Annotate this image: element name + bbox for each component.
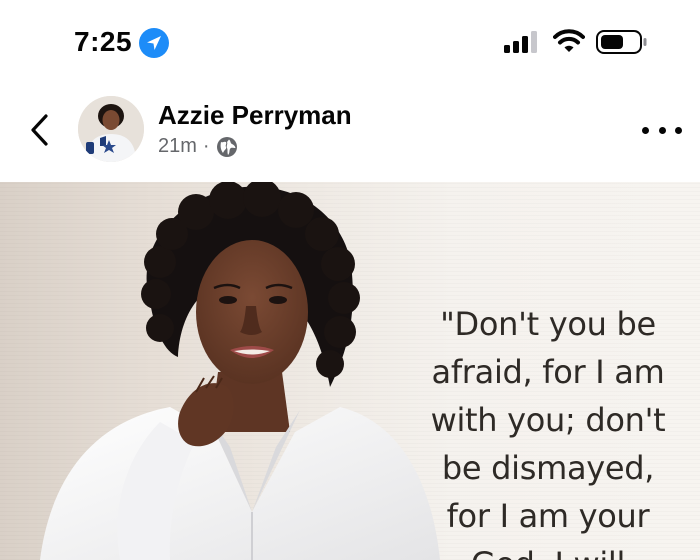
- quote-line: with you; don't: [430, 401, 666, 439]
- post-image[interactable]: "Don't you be afraid, for I am with you;…: [0, 182, 700, 560]
- quote-line: God. I will: [398, 540, 698, 560]
- wifi-icon: [553, 28, 585, 54]
- quote-text: "Don't you be afraid, for I am with you;…: [398, 300, 698, 560]
- quote-line: for I am your: [446, 497, 650, 535]
- more-dot: [658, 126, 666, 134]
- post-header: Azzie Perryman 21m ·: [0, 80, 700, 180]
- post-meta: 21m ·: [158, 135, 238, 158]
- status-bar: 7:25: [0, 0, 700, 80]
- avatar[interactable]: [78, 96, 144, 162]
- more-options-button[interactable]: [642, 118, 682, 142]
- woman-portrait-illustration: [40, 182, 440, 560]
- cellular-signal-icon: [504, 31, 544, 53]
- quote-line: be dismayed,: [441, 449, 655, 487]
- quote-line: afraid, for I am: [431, 353, 665, 391]
- status-time: 7:25: [74, 26, 133, 57]
- post-time[interactable]: 21m: [158, 135, 197, 158]
- more-dots-icon: [642, 126, 649, 134]
- quote-line: "Don't you be: [440, 305, 656, 343]
- more-dot: [675, 126, 682, 134]
- chevron-left-icon: [31, 114, 48, 146]
- back-button[interactable]: [22, 110, 56, 150]
- battery-icon: [596, 30, 648, 54]
- globe-icon: [216, 136, 238, 158]
- location-arrow-icon: [139, 28, 169, 58]
- author-name[interactable]: Azzie Perryman: [158, 100, 352, 131]
- meta-separator: ·: [202, 135, 210, 157]
